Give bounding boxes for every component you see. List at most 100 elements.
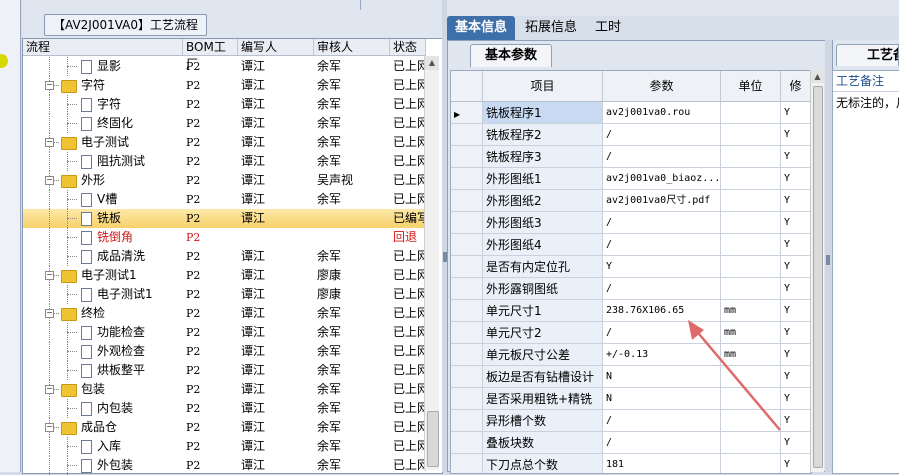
parameter-name: 外形图纸4 xyxy=(483,234,603,256)
scroll-thumb[interactable] xyxy=(427,411,439,467)
tab-process-remark[interactable]: 工艺备 xyxy=(836,44,899,66)
row-selector[interactable] xyxy=(451,124,483,146)
tree-row[interactable]: − 电子测试 P2 谭江 余军 已上网 xyxy=(23,133,426,152)
parameter-value[interactable]: av2j001va0_biaoz... xyxy=(603,168,721,190)
collapse-toggle-icon[interactable]: − xyxy=(45,176,54,185)
tree-row[interactable]: 外包装 P2 谭江 余军 已上网 xyxy=(23,456,426,475)
collapse-toggle-icon[interactable]: − xyxy=(45,385,54,394)
tree-row[interactable]: 功能检查 P2 谭江 余军 已上网 xyxy=(23,323,426,342)
column-header-bom[interactable]: BOM工厂 xyxy=(183,39,238,71)
tree-row[interactable]: 显影 P2 谭江 余军 已上网 xyxy=(23,57,426,76)
collapse-toggle-icon[interactable]: − xyxy=(45,309,54,318)
tree-row[interactable]: − 外形 P2 谭江 吴声视 已上网 xyxy=(23,171,426,190)
panel-splitter[interactable] xyxy=(825,40,832,472)
tree-row[interactable]: − 包装 P2 谭江 余军 已上网 xyxy=(23,380,426,399)
bom-factory: P2 xyxy=(186,79,201,92)
column-header-process[interactable]: 流程 xyxy=(23,39,183,56)
row-selector[interactable] xyxy=(451,190,483,212)
row-selector[interactable] xyxy=(451,322,483,344)
column-header-status[interactable]: 状态 xyxy=(390,39,426,56)
tree-row[interactable]: 铣板 P2 谭江 已编写 xyxy=(23,209,426,228)
row-selector[interactable] xyxy=(451,410,483,432)
parameter-row[interactable]: ▶ 铣板程序1 av2j001va0.rou Y xyxy=(451,102,811,124)
parameter-value[interactable]: / xyxy=(603,146,721,168)
parameter-row[interactable]: 外形图纸2 av2j001va0尺寸.pdf Y xyxy=(451,190,811,212)
tree-connector xyxy=(67,408,77,409)
row-selector[interactable] xyxy=(451,278,483,300)
collapse-toggle-icon[interactable]: − xyxy=(45,81,54,90)
parameter-value[interactable]: Y xyxy=(603,256,721,278)
tree-row[interactable]: 烘板整平 P2 谭江 余军 已上网 xyxy=(23,361,426,380)
row-selector[interactable] xyxy=(451,168,483,190)
parameter-row[interactable]: 铣板程序2/ Y xyxy=(451,124,811,146)
scroll-up-icon[interactable]: ▲ xyxy=(811,70,824,83)
tree-row[interactable]: 内包装 P2 谭江 余军 已上网 xyxy=(23,399,426,418)
row-selector[interactable] xyxy=(451,212,483,234)
row-selector[interactable] xyxy=(451,256,483,278)
tab-basic-info[interactable]: 基本信息 xyxy=(447,16,516,40)
collapse-toggle-icon[interactable]: − xyxy=(45,271,54,280)
parameter-unit xyxy=(721,168,781,190)
reviewer: 余军 xyxy=(317,363,342,377)
tab-basic-parameters[interactable]: 基本参数 xyxy=(470,44,552,67)
parameter-value[interactable]: / xyxy=(603,278,721,300)
tree-row[interactable]: 成品清洗 P2 谭江 余军 已上网 xyxy=(23,247,426,266)
column-header-unit[interactable]: 单位 xyxy=(721,71,781,102)
column-header-writer[interactable]: 编写人 xyxy=(238,39,314,56)
column-header-parameter[interactable]: 参数 xyxy=(603,71,721,102)
column-header-edit[interactable]: 修 xyxy=(781,71,811,102)
row-selector[interactable] xyxy=(451,388,483,410)
scroll-up-icon[interactable]: ▲ xyxy=(425,56,439,70)
tree-row[interactable]: 外观检查 P2 谭江 余军 已上网 xyxy=(23,342,426,361)
tree-row[interactable]: 终固化 P2 谭江 余军 已上网 xyxy=(23,114,426,133)
tree-row[interactable]: V槽 P2 谭江 余军 已上网 xyxy=(23,190,426,209)
parameter-row[interactable]: 外形图纸4/ Y xyxy=(451,234,811,256)
parameter-row[interactable]: 外形图纸1 av2j001va0_biaoz... Y xyxy=(451,168,811,190)
tree-row[interactable]: − 字符 P2 谭江 余军 已上网 xyxy=(23,76,426,95)
row-selector[interactable] xyxy=(451,146,483,168)
parameter-value[interactable]: / xyxy=(603,212,721,234)
bom-factory: P2 xyxy=(186,174,201,187)
tree-row[interactable]: − 终检 P2 谭江 余军 已上网 xyxy=(23,304,426,323)
document-icon xyxy=(81,402,92,416)
row-selector[interactable] xyxy=(451,344,483,366)
parameter-name: 外形图纸3 xyxy=(483,212,603,234)
collapse-toggle-icon[interactable]: − xyxy=(45,138,54,147)
row-selector[interactable] xyxy=(451,432,483,454)
tree-row[interactable]: 电子测试1 P2 谭江 廖康 已上网 xyxy=(23,285,426,304)
parameter-name: 叠板块数 xyxy=(483,432,603,454)
collapse-toggle-icon[interactable]: − xyxy=(45,423,54,432)
tree-row[interactable]: 字符 P2 谭江 余军 已上网 xyxy=(23,95,426,114)
row-selector[interactable] xyxy=(451,234,483,256)
tab-extended-info[interactable]: 拓展信息 xyxy=(517,16,585,40)
parameter-value[interactable]: / xyxy=(603,234,721,256)
tree-row[interactable]: − 电子测试1 P2 谭江 廖康 已上网 xyxy=(23,266,426,285)
parameter-row[interactable]: 铣板程序3/ Y xyxy=(451,146,811,168)
parameter-value[interactable]: av2j001va0.rou xyxy=(603,102,721,124)
parameter-editable: Y xyxy=(781,168,811,190)
parameter-value[interactable]: 181 xyxy=(603,454,721,473)
scroll-thumb[interactable] xyxy=(813,86,823,468)
row-selector[interactable] xyxy=(451,300,483,322)
remark-text[interactable]: 无标注的，尺 xyxy=(833,93,899,113)
row-selector[interactable] xyxy=(451,454,483,473)
tree-row[interactable]: 阻抗测试 P2 谭江 余军 已上网 xyxy=(23,152,426,171)
grid-scrollbar[interactable]: ▲ xyxy=(810,70,824,472)
parameter-value[interactable]: / xyxy=(603,124,721,146)
tree-row[interactable]: − 成品仓 P2 谭江 余军 已上网 xyxy=(23,418,426,437)
parameter-row[interactable]: 外形露铜图纸 / Y xyxy=(451,278,811,300)
tree-row[interactable]: 铣倒角 P2 回退 xyxy=(23,228,426,247)
tree-scrollbar[interactable]: ▲ xyxy=(424,56,439,470)
parameter-row[interactable]: 是否有内定位孔 Y Y xyxy=(451,256,811,278)
parameter-value[interactable]: av2j001va0尺寸.pdf xyxy=(603,190,721,212)
parameter-row[interactable]: 下刀点总个数 181 Y xyxy=(451,454,811,473)
reviewer: 廖康 xyxy=(317,287,342,301)
row-selector[interactable]: ▶ xyxy=(451,102,483,124)
tab-work-hours[interactable]: 工时 xyxy=(587,16,629,40)
parameter-row[interactable]: 外形图纸3/ Y xyxy=(451,212,811,234)
column-header-reviewer[interactable]: 审核人 xyxy=(314,39,390,56)
document-icon xyxy=(81,60,92,74)
row-selector[interactable] xyxy=(451,366,483,388)
column-header-item[interactable]: 项目 xyxy=(483,71,603,102)
tree-row[interactable]: 入库 P2 谭江 余军 已上网 xyxy=(23,437,426,456)
